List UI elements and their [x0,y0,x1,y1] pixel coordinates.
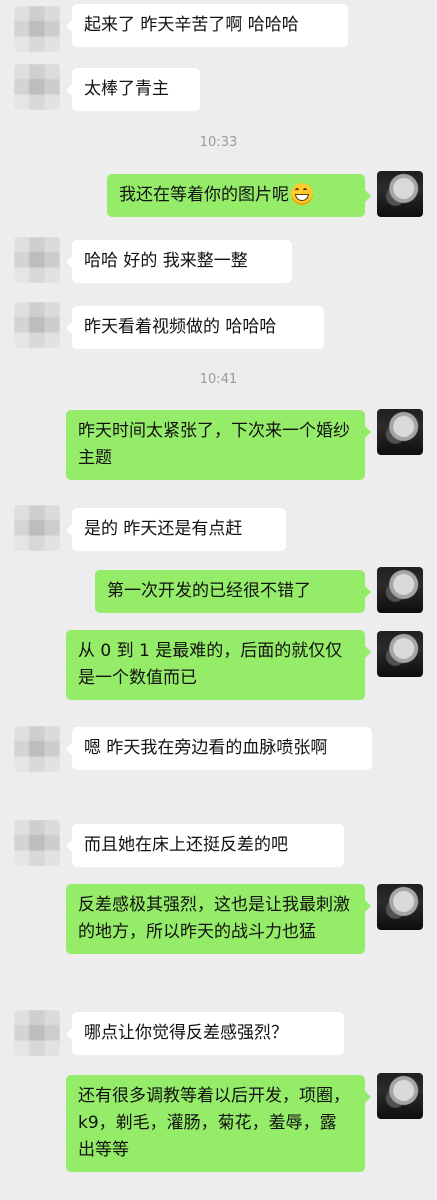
my-avatar[interactable] [377,884,423,930]
contact-avatar[interactable] [14,726,60,772]
contact-avatar[interactable] [14,6,60,52]
message-bubble-sent[interactable]: 昨天时间太紧张了，下次来一个婚纱主题 [66,410,371,480]
my-avatar[interactable] [377,171,423,217]
contact-avatar[interactable] [14,1010,60,1056]
message-bubble-sent[interactable]: 反差感极其强烈，这也是让我最刺激的地方，所以昨天的战斗力也猛 [66,884,371,954]
my-avatar[interactable] [377,567,423,613]
message-bubble-received[interactable]: 是的 昨天还是有点赶 [66,508,286,551]
my-avatar[interactable] [377,409,423,455]
message-bubble-sent[interactable]: 从 0 到 1 是最难的，后面的就仅仅是一个数值而已 [66,630,371,700]
message-bubble-sent[interactable]: 第一次开发的已经很不错了 [95,570,371,613]
message-bubble-sent[interactable]: 还有很多调教等着以后开发，项圈，k9，剃毛，灌肠，菊花，羞辱，露出等等 [66,1075,371,1172]
message-bubble-received[interactable]: 哪点让你觉得反差感强烈？ [66,1012,344,1055]
message-bubble-received[interactable]: 哈哈 好的 我来整一整 [66,240,292,283]
my-avatar[interactable] [377,631,423,677]
contact-avatar[interactable] [14,64,60,110]
message-text: 我还在等着你的图片呢 [119,185,289,205]
contact-avatar[interactable] [14,820,60,866]
message-bubble-received[interactable]: 起来了 昨天辛苦了啊 哈哈哈 [66,4,348,47]
contact-avatar[interactable] [14,505,60,551]
contact-avatar[interactable] [14,237,60,283]
message-bubble-received[interactable]: 太棒了青主 [66,68,200,111]
timestamp: 10:41 [199,372,238,387]
message-bubble-received[interactable]: 而且她在床上还挺反差的吧 [66,824,344,867]
grinning-face-icon [291,183,313,205]
message-bubble-received[interactable]: 嗯 昨天我在旁边看的血脉喷张啊 [66,727,372,770]
message-bubble-received[interactable]: 昨天看着视频做的 哈哈哈 [66,306,324,349]
timestamp: 10:33 [199,135,238,150]
chat-view: 起来了 昨天辛苦了啊 哈哈哈 太棒了青主 10:33 我还在等着你的图片呢 哈哈… [0,0,437,1200]
my-avatar[interactable] [377,1073,423,1119]
message-bubble-sent[interactable]: 我还在等着你的图片呢 [107,174,371,217]
contact-avatar[interactable] [14,302,60,348]
